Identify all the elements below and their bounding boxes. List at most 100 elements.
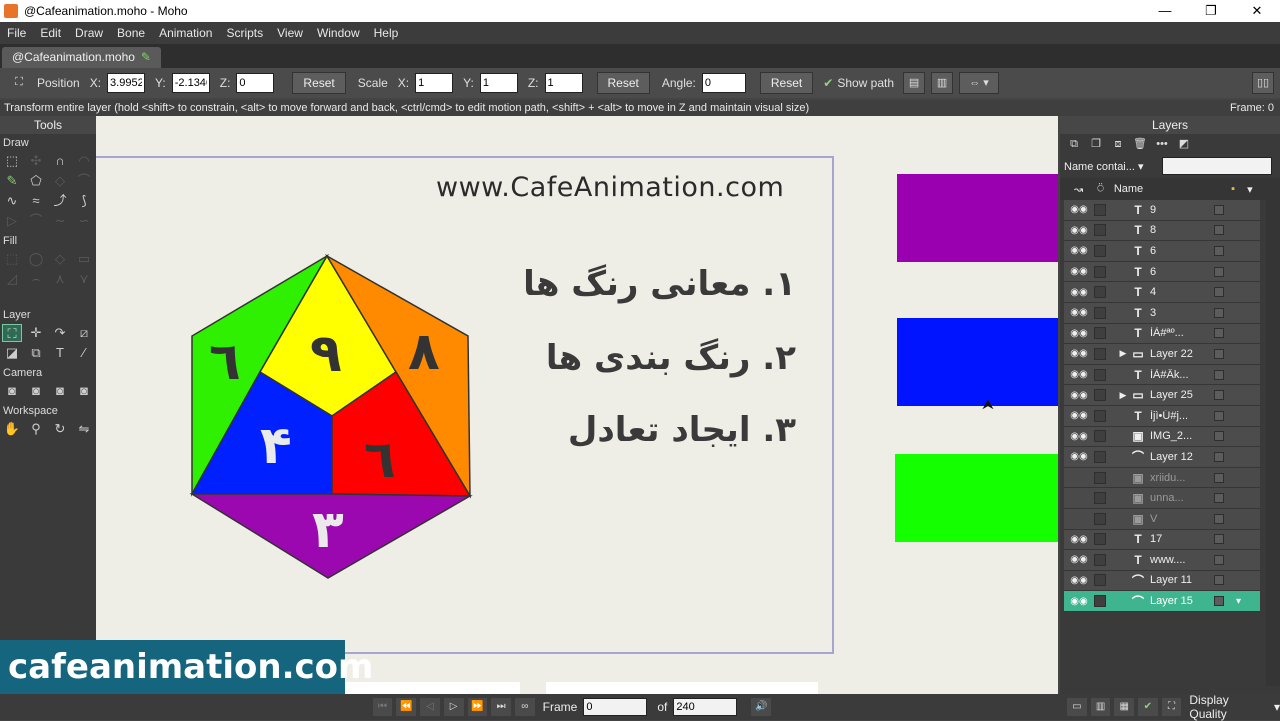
- lock-toggle[interactable]: [1094, 244, 1106, 257]
- layer-color-swatch[interactable]: [1214, 369, 1224, 380]
- zoom-icon[interactable]: ⚲: [26, 420, 46, 438]
- layer-row[interactable]: ◉◉ T 8: [1064, 220, 1260, 242]
- point-reduction-icon[interactable]: ⌒: [74, 172, 94, 190]
- layer-row[interactable]: ▣ V: [1064, 508, 1260, 530]
- scale-x-input[interactable]: [415, 73, 454, 93]
- lock-toggle[interactable]: [1094, 389, 1106, 402]
- layer-color-swatch[interactable]: [1214, 472, 1224, 483]
- layer-filter-input[interactable]: [1162, 157, 1272, 175]
- layer-color-swatch[interactable]: [1214, 575, 1224, 586]
- orbit-workspace-icon[interactable]: ⇋: [74, 420, 94, 438]
- sort-dropdown-icon[interactable]: ▾: [1247, 183, 1253, 196]
- layer-options-dropdown-icon[interactable]: ▾: [1236, 596, 1241, 607]
- blob-brush-icon[interactable]: ∿: [2, 192, 22, 210]
- layer-color-swatch[interactable]: [1214, 554, 1224, 565]
- new-layer-icon[interactable]: ⧉: [1064, 136, 1084, 152]
- layer-color-swatch[interactable]: [1214, 328, 1224, 339]
- step-back-key-icon[interactable]: ⏪: [396, 698, 417, 716]
- step-forward-key-icon[interactable]: ⏭: [491, 698, 511, 716]
- document-tab[interactable]: @Cafeanimation.moho ✎: [2, 47, 161, 68]
- play-icon[interactable]: ▷: [443, 698, 464, 716]
- layer-color-swatch[interactable]: [1214, 225, 1224, 236]
- angle-input[interactable]: [701, 73, 746, 93]
- close-button[interactable]: ✕: [1234, 0, 1280, 22]
- lock-toggle[interactable]: [1094, 492, 1106, 505]
- lock-toggle[interactable]: [1094, 203, 1106, 216]
- expand-arrow-icon[interactable]: ▶: [1116, 348, 1130, 359]
- magnet-icon[interactable]: ∽: [74, 212, 94, 230]
- draw-shape-icon[interactable]: ⬠: [26, 172, 46, 190]
- expand-arrow-icon[interactable]: ▶: [1116, 390, 1130, 401]
- eye-icon[interactable]: ◉◉: [1070, 328, 1088, 339]
- layer-row[interactable]: ▣ xriidu...: [1064, 467, 1260, 489]
- position-y-input[interactable]: [171, 73, 210, 93]
- lock-toggle[interactable]: [1094, 224, 1106, 237]
- lock-toggle[interactable]: [1094, 306, 1106, 319]
- eye-icon[interactable]: ◉◉: [1070, 225, 1088, 236]
- curve-profile-icon[interactable]: ⟆: [74, 192, 94, 210]
- layer-row[interactable]: ◉◉ T 3: [1064, 302, 1260, 324]
- eye-icon[interactable]: ◉◉: [1070, 534, 1088, 545]
- eye-icon[interactable]: ◉◉: [1070, 348, 1088, 359]
- angle-reset-button[interactable]: Reset: [759, 72, 814, 94]
- eye-icon[interactable]: ◉◉: [1070, 245, 1088, 256]
- rotate-workspace-icon[interactable]: ↻: [50, 420, 70, 438]
- lock-toggle[interactable]: [1094, 553, 1106, 566]
- lock-toggle[interactable]: [1094, 450, 1106, 463]
- flip-horizontal-icon[interactable]: ▤: [903, 72, 926, 94]
- layer-row[interactable]: ◉◉ ⌒ Layer 11: [1064, 570, 1260, 592]
- display-quality-dropdown-icon[interactable]: ▾: [1274, 700, 1280, 714]
- layer-color-swatch[interactable]: [1214, 390, 1224, 401]
- menu-window[interactable]: Window: [310, 26, 367, 40]
- layer-settings-icon[interactable]: ◩: [1174, 136, 1194, 152]
- scale-z-input[interactable]: [544, 73, 583, 93]
- transform-layer-tool-icon[interactable]: ⛶: [2, 324, 22, 342]
- eye-icon[interactable]: ◉◉: [1070, 554, 1088, 565]
- view-single-icon[interactable]: ▭: [1067, 698, 1087, 716]
- layers-scrollbar[interactable]: [1266, 196, 1280, 686]
- lock-toggle[interactable]: [1094, 265, 1106, 278]
- curve-exposure-icon[interactable]: ⋎: [74, 270, 94, 288]
- scale-reset-button[interactable]: Reset: [596, 72, 650, 94]
- paint-bucket-icon[interactable]: ◇: [50, 250, 70, 268]
- hand-icon[interactable]: ✋: [2, 420, 22, 438]
- layer-row[interactable]: ◉◉ T Ìjì•Ú#j...: [1064, 405, 1260, 427]
- menu-bone[interactable]: Bone: [110, 26, 152, 40]
- eye-icon[interactable]: ◉◉: [1070, 204, 1088, 215]
- layer-filter-dropdown[interactable]: Name contai... ▾: [1064, 160, 1156, 173]
- eye-icon[interactable]: ◉◉: [1070, 287, 1088, 298]
- layer-color-swatch[interactable]: [1214, 348, 1224, 359]
- eye-icon[interactable]: ◉◉: [1070, 575, 1088, 586]
- eye-icon[interactable]: ◉◉: [1070, 369, 1088, 380]
- menu-edit[interactable]: Edit: [33, 26, 68, 40]
- menu-file[interactable]: File: [0, 26, 33, 40]
- lock-toggle[interactable]: [1094, 430, 1106, 443]
- layer-row[interactable]: ◉◉ ▣ IMG_2...: [1064, 426, 1260, 448]
- layer-color-swatch[interactable]: [1214, 245, 1224, 256]
- quality-checkbox[interactable]: ✔: [1138, 698, 1158, 716]
- canvas-area[interactable]: www.CafeAnimation.com ۱. معانی رنگ ها ۲.…: [96, 116, 1058, 694]
- layer-row[interactable]: ◉◉ T 17: [1064, 529, 1260, 551]
- frame-input[interactable]: [583, 698, 648, 716]
- layer-row[interactable]: ◉◉ ⌒ Layer 15 ▾: [1064, 591, 1260, 612]
- lock-toggle[interactable]: [1094, 533, 1106, 546]
- panel-toggle-icon[interactable]: ▯▯: [1252, 72, 1274, 94]
- delete-layer-icon[interactable]: 🗑: [1130, 136, 1150, 152]
- layer-row[interactable]: ◉◉ Twww....: [1064, 550, 1260, 571]
- eye-icon[interactable]: ◉◉: [1070, 596, 1088, 607]
- noise-icon[interactable]: ∼: [50, 212, 70, 230]
- minimize-button[interactable]: —: [1142, 0, 1188, 22]
- text-tool-icon[interactable]: T: [50, 344, 70, 362]
- lock-toggle[interactable]: [1094, 347, 1106, 360]
- layer-color-swatch[interactable]: [1214, 410, 1224, 421]
- freehand-icon[interactable]: ✎: [2, 172, 22, 190]
- camera-zoom-icon[interactable]: ◙: [26, 382, 46, 400]
- create-shape-icon[interactable]: ◯: [26, 250, 46, 268]
- layer-row[interactable]: ◉◉ T ÌÀ#Âk...: [1064, 364, 1260, 386]
- position-z-input[interactable]: [236, 73, 275, 93]
- show-path-checkbox[interactable]: ✔: [823, 76, 833, 90]
- perspective-icon[interactable]: ▷: [2, 212, 22, 230]
- delete-edge-icon[interactable]: ⤴: [50, 192, 70, 210]
- view-quad-icon[interactable]: ▦: [1114, 698, 1135, 716]
- rotate-layer-icon[interactable]: ↷: [50, 324, 70, 342]
